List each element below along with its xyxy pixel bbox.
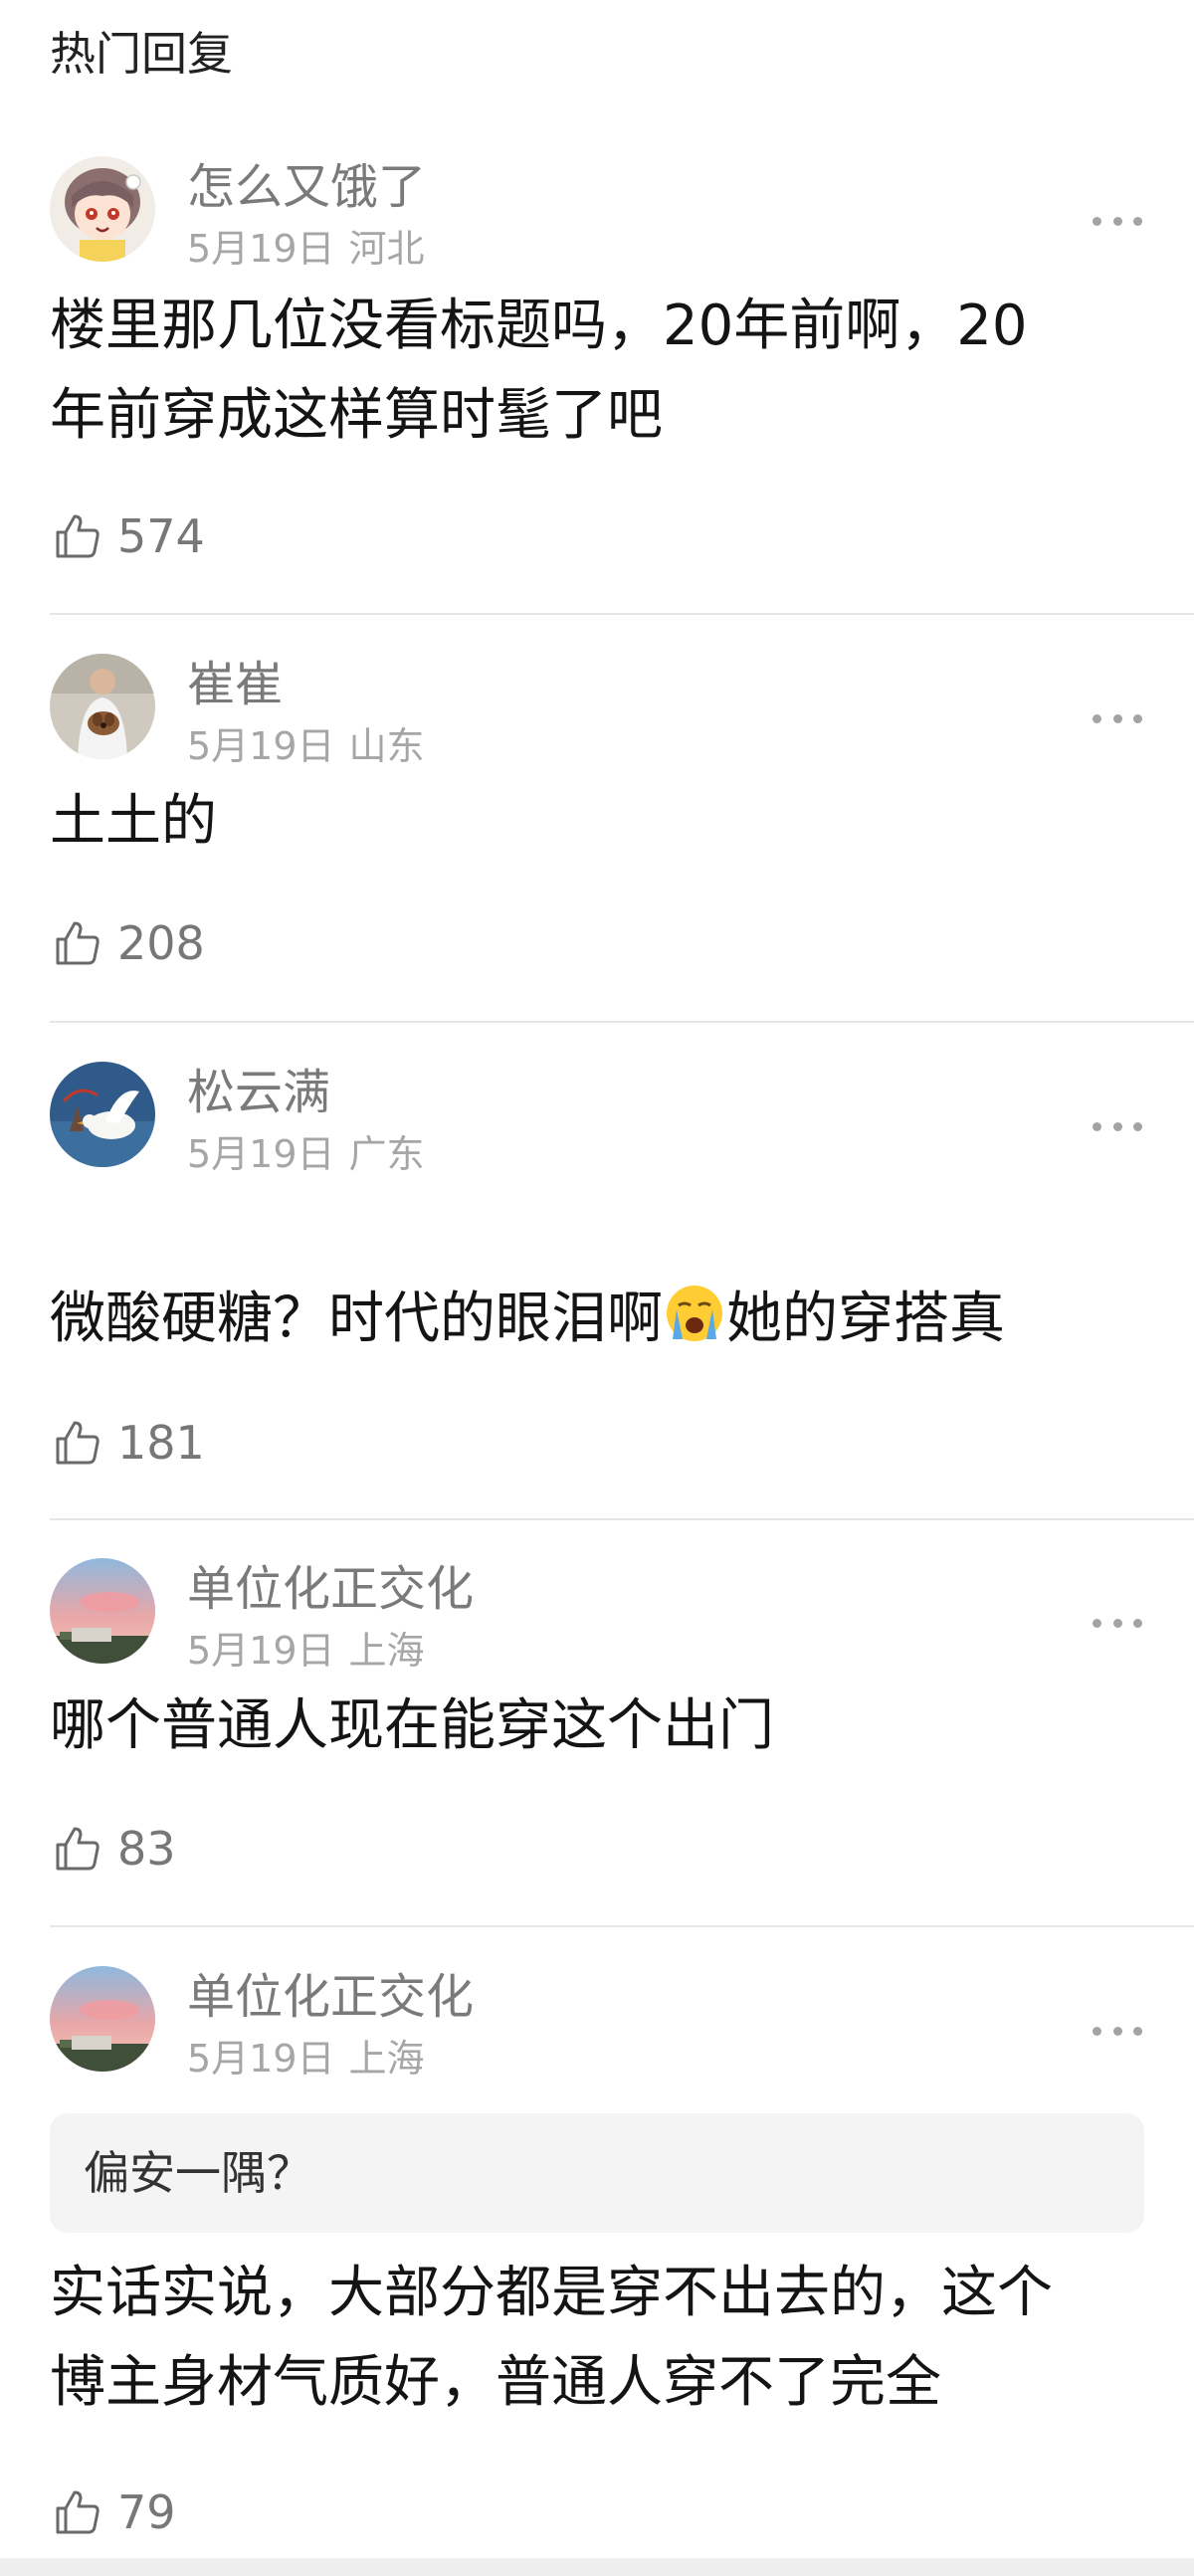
comment-meta: 5月19日 河北 bbox=[187, 226, 425, 272]
thumbs-up-icon bbox=[56, 514, 100, 558]
comment-meta: 5月19日 上海 bbox=[187, 1628, 425, 1674]
anime-girl-avatar-icon bbox=[50, 156, 155, 262]
comment-date: 5月19日 bbox=[187, 1629, 335, 1673]
username[interactable]: 松云满 bbox=[187, 1064, 330, 1121]
crying-face-emoji-icon bbox=[667, 1286, 722, 1341]
bottom-separator bbox=[0, 2558, 1194, 2576]
like-count: 574 bbox=[117, 509, 205, 563]
divider bbox=[50, 1518, 1194, 1520]
comment-item: 怎么又饿了 5月19日 河北 楼里那几位没看标题吗，20年前啊，20 年前穿成这样… bbox=[0, 156, 1194, 614]
comment-location: 上海 bbox=[348, 2037, 425, 2081]
comment-item: 单位化正交化 5月19日 上海 哪个普通人现在能穿这个出门 83 bbox=[0, 1558, 1194, 1926]
sunset-sky-avatar-icon bbox=[50, 1966, 155, 2072]
comment-text-part: 微酸硬糖？时代的眼泪啊 bbox=[50, 1287, 663, 1351]
comment-meta: 5月19日 山东 bbox=[187, 723, 425, 769]
section-title: 热门回复 bbox=[50, 27, 233, 81]
more-dots-icon[interactable] bbox=[1093, 1119, 1142, 1133]
comment-meta: 5月19日 广东 bbox=[187, 1131, 425, 1177]
thumbs-up-icon bbox=[56, 1827, 100, 1871]
comment-item: 单位化正交化 5月19日 上海 偏安一隅？ 实话实说，大部分都是穿不出去的，这个 … bbox=[0, 1966, 1194, 2558]
comment-date: 5月19日 bbox=[187, 724, 335, 768]
like-button[interactable]: 79 bbox=[52, 2482, 176, 2542]
divider bbox=[50, 1021, 1194, 1023]
dove-sky-avatar-icon bbox=[50, 1062, 155, 1167]
sunset-sky-avatar-icon bbox=[50, 1558, 155, 1664]
avatar[interactable] bbox=[50, 1062, 155, 1167]
divider bbox=[50, 613, 1194, 615]
comment-content: 实话实说，大部分都是穿不出去的，这个 博主身材气质好，普通人穿不了完全 bbox=[50, 2261, 1053, 2415]
username[interactable]: 单位化正交化 bbox=[187, 1560, 474, 1618]
quoted-reply[interactable]: 偏安一隅？ bbox=[50, 2113, 1144, 2233]
man-with-dog-avatar-icon bbox=[50, 654, 155, 759]
like-count: 79 bbox=[117, 2485, 176, 2539]
comment-location: 河北 bbox=[348, 227, 425, 271]
like-button[interactable]: 181 bbox=[52, 1413, 205, 1473]
comment-content: 土土的 bbox=[50, 789, 217, 854]
like-button[interactable]: 208 bbox=[52, 913, 205, 973]
comment-date: 5月19日 bbox=[187, 227, 335, 271]
username[interactable]: 单位化正交化 bbox=[187, 1968, 474, 2026]
comment-location: 上海 bbox=[348, 1629, 425, 1673]
comment-location: 山东 bbox=[348, 724, 425, 768]
like-count: 83 bbox=[117, 1822, 176, 1876]
like-count: 208 bbox=[117, 916, 205, 970]
comment-content: 微酸硬糖？时代的眼泪啊她的穿搭真 的现在看都不过时 bbox=[50, 1185, 1154, 1364]
thumbs-up-icon bbox=[56, 1421, 100, 1465]
more-dots-icon[interactable] bbox=[1093, 711, 1142, 725]
comment-item: 崔崔 5月19日 山东 土土的 208 bbox=[0, 654, 1194, 1022]
comment-meta: 5月19日 上海 bbox=[187, 2036, 425, 2081]
divider bbox=[50, 1925, 1194, 1927]
avatar[interactable] bbox=[50, 654, 155, 759]
comment-item: 松云满 5月19日广东 微酸硬糖？时代的眼泪啊她的穿搭真 的现在看都不过时 18… bbox=[0, 1062, 1194, 1519]
more-dots-icon[interactable] bbox=[1093, 2024, 1142, 2038]
comment-content: 哪个普通人现在能穿这个出门 bbox=[50, 1693, 774, 1758]
username[interactable]: 崔崔 bbox=[187, 656, 283, 713]
avatar[interactable] bbox=[50, 156, 155, 262]
avatar[interactable] bbox=[50, 1558, 155, 1664]
username[interactable]: 怎么又饿了 bbox=[187, 158, 426, 216]
avatar[interactable] bbox=[50, 1966, 155, 2072]
thumbs-up-icon bbox=[56, 921, 100, 965]
more-dots-icon[interactable] bbox=[1093, 214, 1142, 228]
comment-date: 5月19日 bbox=[187, 1132, 335, 1176]
thumbs-up-icon bbox=[56, 2490, 100, 2534]
comment-date: 5月19日 bbox=[187, 2037, 335, 2081]
like-button[interactable]: 574 bbox=[52, 506, 205, 566]
like-button[interactable]: 83 bbox=[52, 1819, 176, 1879]
like-count: 181 bbox=[117, 1416, 205, 1470]
comment-content: 楼里那几位没看标题吗，20年前啊，20 年前穿成这样算时髦了吧 bbox=[50, 294, 1028, 448]
comment-location: 广东 bbox=[348, 1132, 425, 1176]
more-dots-icon[interactable] bbox=[1093, 1616, 1142, 1630]
